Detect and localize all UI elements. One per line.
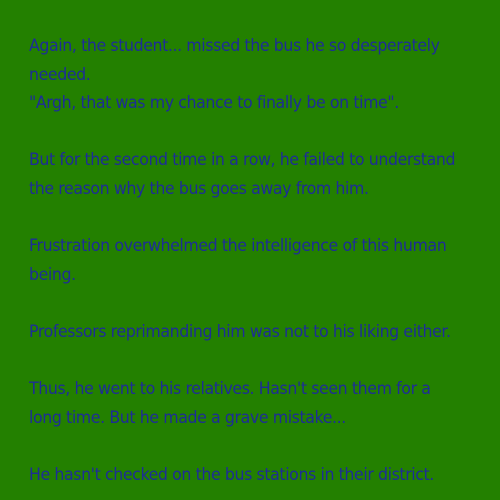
story-paragraph-1: Again, the student... missed the bus he … bbox=[29, 32, 462, 118]
story-line: Professors reprimanding him was not to h… bbox=[29, 321, 451, 342]
story-line: "Argh, that was my chance to finally be … bbox=[29, 93, 399, 114]
story-line: But for the second time in a row, he fai… bbox=[29, 150, 456, 199]
story-paragraph-6: He hasn't checked on the bus stations in… bbox=[29, 461, 462, 490]
story-line: Thus, he went to his relatives. Hasn't s… bbox=[29, 379, 431, 428]
story-line: Frustration overwhelmed the intelligence… bbox=[29, 236, 447, 285]
story-screen[interactable]: Again, the student... missed the bus he … bbox=[0, 0, 500, 500]
story-line: Again, the student... missed the bus he … bbox=[29, 36, 440, 85]
story-text: Again, the student... missed the bus he … bbox=[29, 32, 462, 490]
story-paragraph-5: Thus, he went to his relatives. Hasn't s… bbox=[29, 375, 462, 432]
story-paragraph-2: But for the second time in a row, he fai… bbox=[29, 146, 462, 203]
story-line: He hasn't checked on the bus stations in… bbox=[29, 464, 434, 485]
story-paragraph-3: Frustration overwhelmed the intelligence… bbox=[29, 232, 462, 289]
story-paragraph-4: Professors reprimanding him was not to h… bbox=[29, 318, 462, 347]
